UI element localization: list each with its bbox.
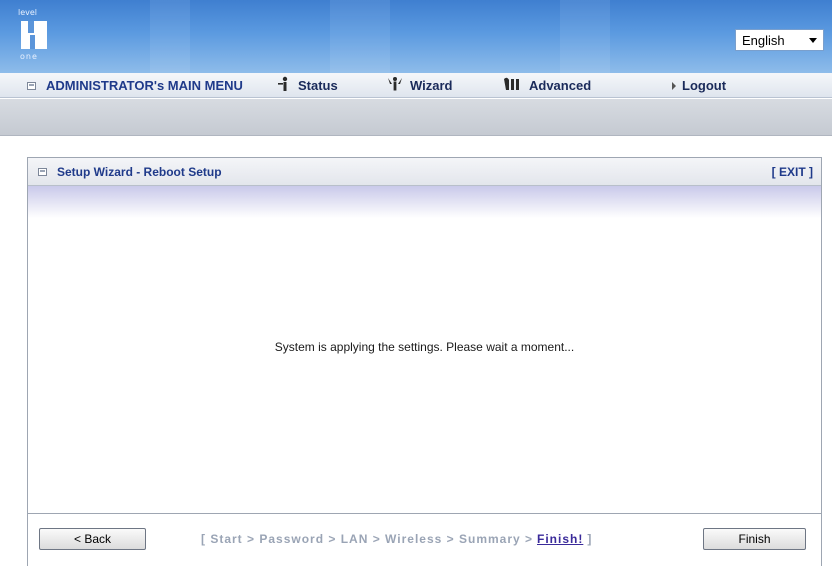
menu-item-status-label: Status bbox=[298, 78, 338, 93]
header-banner: level one English bbox=[0, 0, 832, 73]
spacer bbox=[0, 136, 832, 157]
back-button[interactable]: < Back bbox=[39, 528, 146, 550]
logo-mark-icon bbox=[21, 21, 47, 49]
advanced-icon bbox=[503, 76, 523, 96]
toolbar-band bbox=[0, 99, 832, 136]
steps-prefix: [ Start > Password > LAN > Wireless > Su… bbox=[201, 532, 534, 546]
menu-item-main[interactable]: ADMINISTRATOR's MAIN MENU bbox=[27, 73, 243, 98]
wizard-panel: Setup Wizard - Reboot Setup [ EXIT ] Sys… bbox=[27, 157, 822, 566]
panel-footer: < Back [ Start > Password > LAN > Wirele… bbox=[28, 513, 821, 566]
levelone-logo: level one bbox=[18, 8, 50, 62]
exit-link[interactable]: [ EXIT ] bbox=[772, 158, 813, 186]
main-menu-bar: ADMINISTRATOR's MAIN MENU Status Wizard … bbox=[0, 73, 832, 98]
logo-text-bottom: one bbox=[20, 52, 38, 61]
wizard-icon bbox=[386, 76, 404, 96]
panel-body: System is applying the settings. Please … bbox=[28, 218, 821, 508]
chevron-down-icon bbox=[809, 38, 817, 43]
step-finish-current[interactable]: Finish! bbox=[537, 532, 583, 546]
language-select[interactable]: English bbox=[735, 29, 824, 51]
panel-title-text: Setup Wizard - Reboot Setup bbox=[57, 165, 222, 179]
finish-button[interactable]: Finish bbox=[703, 528, 806, 550]
window-icon bbox=[27, 81, 36, 90]
menu-item-logout[interactable]: Logout bbox=[672, 73, 726, 98]
menu-item-wizard-label: Wizard bbox=[410, 78, 453, 93]
menu-item-status[interactable]: Status bbox=[276, 73, 338, 98]
status-message: System is applying the settings. Please … bbox=[274, 340, 575, 354]
menu-item-wizard[interactable]: Wizard bbox=[386, 73, 453, 98]
menu-item-logout-label: Logout bbox=[682, 78, 727, 93]
steps-suffix: ] bbox=[587, 532, 593, 546]
panel-gradient bbox=[28, 186, 821, 218]
menu-item-advanced[interactable]: Advanced bbox=[503, 73, 591, 98]
panel-header: Setup Wizard - Reboot Setup [ EXIT ] bbox=[28, 158, 821, 186]
banner-decoration bbox=[330, 0, 390, 73]
language-select-value: English bbox=[742, 32, 785, 48]
person-icon bbox=[276, 76, 292, 96]
logo-text-top: level bbox=[18, 8, 38, 17]
window-icon bbox=[38, 168, 47, 176]
panel-title: Setup Wizard - Reboot Setup bbox=[38, 158, 222, 186]
arrow-right-icon bbox=[672, 81, 676, 90]
menu-item-main-label: ADMINISTRATOR's MAIN MENU bbox=[46, 78, 243, 93]
wizard-steps: [ Start > Password > LAN > Wireless > Su… bbox=[201, 528, 592, 550]
menu-item-advanced-label: Advanced bbox=[529, 78, 592, 93]
banner-decoration bbox=[560, 0, 610, 73]
banner-decoration bbox=[150, 0, 190, 73]
